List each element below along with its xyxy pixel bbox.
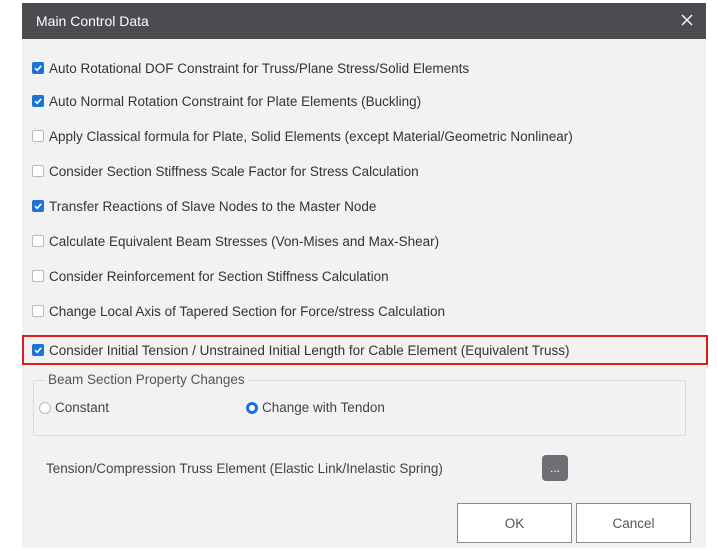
tension-compression-label: Tension/Compression Truss Element (Elast… (46, 461, 443, 476)
option-label: Transfer Reactions of Slave Nodes to the… (49, 198, 377, 214)
checkbox[interactable] (32, 200, 44, 212)
option-label: Auto Normal Rotation Constraint for Plat… (49, 93, 422, 109)
more-options-button[interactable]: ... (542, 455, 568, 481)
radio-button[interactable] (246, 401, 258, 414)
option-section-stiffness-scale[interactable]: Consider Section Stiffness Scale Factor … (32, 161, 419, 181)
checkbox[interactable] (32, 165, 44, 177)
option-classical-formula[interactable]: Apply Classical formula for Plate, Solid… (32, 126, 573, 146)
checkbox[interactable] (32, 305, 44, 317)
beam-section-group: Beam Section Property Changes Constant C… (33, 372, 686, 436)
option-equivalent-beam-stresses[interactable]: Calculate Equivalent Beam Stresses (Von-… (32, 231, 439, 251)
option-auto-rotational-dof[interactable]: Auto Rotational DOF Constraint for Truss… (32, 58, 469, 78)
option-label: Calculate Equivalent Beam Stresses (Von-… (49, 233, 440, 249)
option-consider-reinforcement[interactable]: Consider Reinforcement for Section Stiff… (32, 266, 389, 286)
checkbox[interactable] (32, 95, 44, 107)
option-label: Change Local Axis of Tapered Section for… (49, 303, 445, 319)
dialog-title: Main Control Data (36, 13, 149, 29)
option-change-local-axis[interactable]: Change Local Axis of Tapered Section for… (32, 301, 445, 321)
radio-change-with-tendon[interactable]: Change with Tendon (246, 400, 385, 415)
cancel-button[interactable]: Cancel (576, 503, 691, 543)
highlight-box (22, 335, 708, 365)
radio-label: Change with Tendon (262, 400, 385, 415)
radio-label: Constant (55, 400, 110, 415)
option-label: Consider Section Stiffness Scale Factor … (49, 163, 419, 179)
dialog-titlebar: Main Control Data (22, 3, 706, 39)
option-label: Consider Reinforcement for Section Stiff… (49, 268, 389, 284)
group-legend: Beam Section Property Changes (44, 372, 249, 387)
option-label: Auto Rotational DOF Constraint for Truss… (49, 60, 470, 76)
close-icon[interactable] (676, 9, 698, 31)
ok-button[interactable]: OK (457, 503, 572, 543)
checkbox[interactable] (32, 62, 44, 74)
radio-button[interactable] (39, 401, 51, 414)
checkbox[interactable] (32, 270, 44, 282)
option-label: Apply Classical formula for Plate, Solid… (49, 128, 573, 144)
main-control-data-dialog: Main Control Data Auto Rotational DOF Co… (22, 3, 708, 548)
checkbox[interactable] (32, 130, 44, 142)
checkbox[interactable] (32, 235, 44, 247)
option-transfer-reactions[interactable]: Transfer Reactions of Slave Nodes to the… (32, 196, 376, 216)
radio-constant[interactable]: Constant (39, 400, 109, 415)
option-auto-normal-rotation[interactable]: Auto Normal Rotation Constraint for Plat… (32, 91, 421, 111)
